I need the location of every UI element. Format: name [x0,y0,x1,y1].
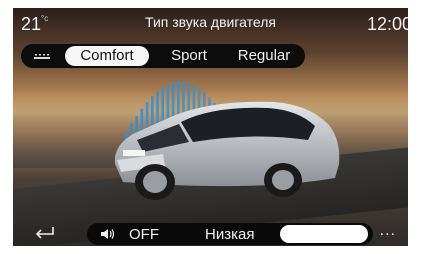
mode-sport-button[interactable]: Sport [159,46,219,66]
page-title: Тип звука двигателя [145,14,276,30]
level-label: Низкая [205,226,255,243]
back-icon[interactable] [33,225,55,239]
volume-control: OFF Низкая [87,223,373,245]
mode-comfort-button[interactable]: Comfort [65,46,149,66]
car-image [114,101,340,200]
sound-mode-selector: Comfort Sport Regular [21,44,305,68]
more-icon[interactable]: ... [380,222,396,240]
volume-icon[interactable] [100,228,116,240]
mode-regular-button[interactable]: Regular [227,46,301,66]
settings-icon[interactable] [33,52,51,61]
level-slider[interactable] [280,225,368,243]
bottom-bar: OFF Низкая ... [13,220,408,246]
off-button[interactable]: OFF [129,226,159,243]
head-unit-screen: 21°c Тип звука двигателя 12:00 Comfort S… [13,8,408,246]
status-bar: 21°c Тип звука двигателя 12:00 [13,8,408,38]
clock: 12:00 [366,14,408,34]
